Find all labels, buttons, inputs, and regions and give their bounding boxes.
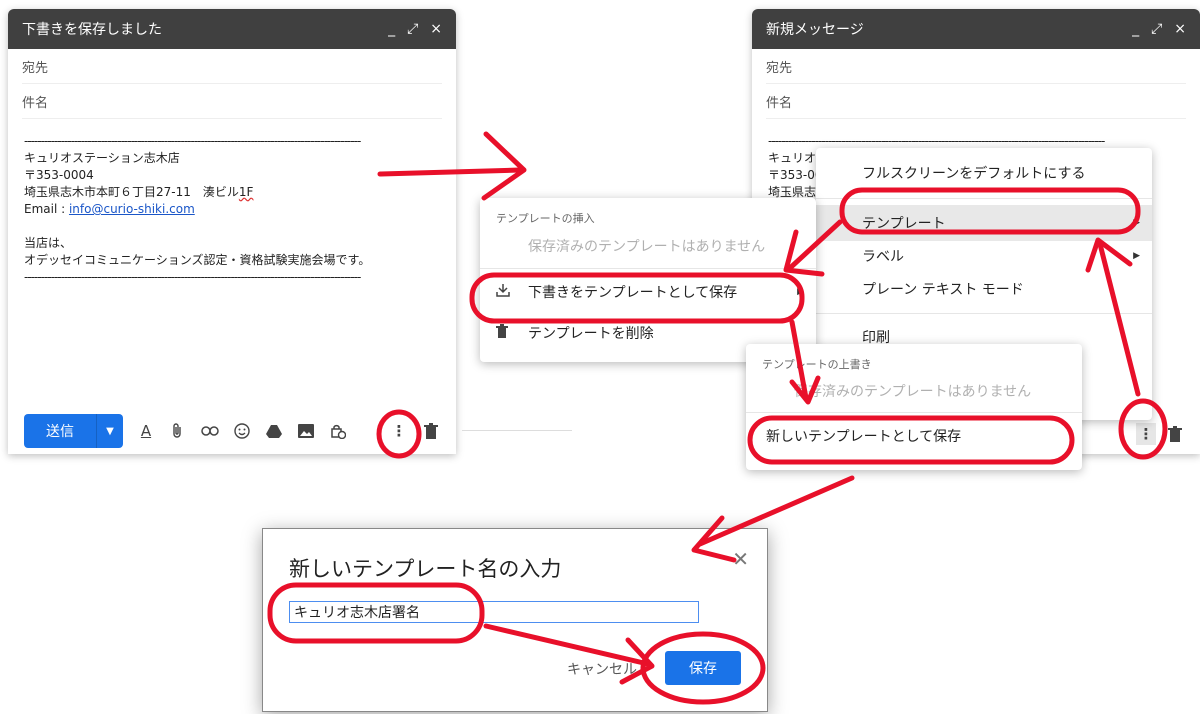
annotation-overlay [267, 131, 1168, 705]
annotation-arrow-right-up-head [1085, 237, 1133, 273]
annotation-circle-more-left [376, 409, 422, 459]
annotation-box-template [839, 187, 1141, 235]
annotation-circle-more-right [1118, 398, 1168, 460]
annotation-box-new-template [747, 415, 1075, 465]
annotation-arrow-dialog [697, 475, 855, 547]
annotation-box-save-draft [469, 272, 805, 324]
annotation-box-input [267, 582, 485, 644]
annotation-arrow-right-up [1097, 241, 1141, 397]
annotation-circle-save [640, 631, 766, 705]
annotation-arrow-save [483, 623, 651, 667]
annotation-arrow-main [377, 167, 523, 177]
annotation-arrow-template [787, 219, 843, 271]
annotation-arrow-main-head [481, 131, 527, 201]
